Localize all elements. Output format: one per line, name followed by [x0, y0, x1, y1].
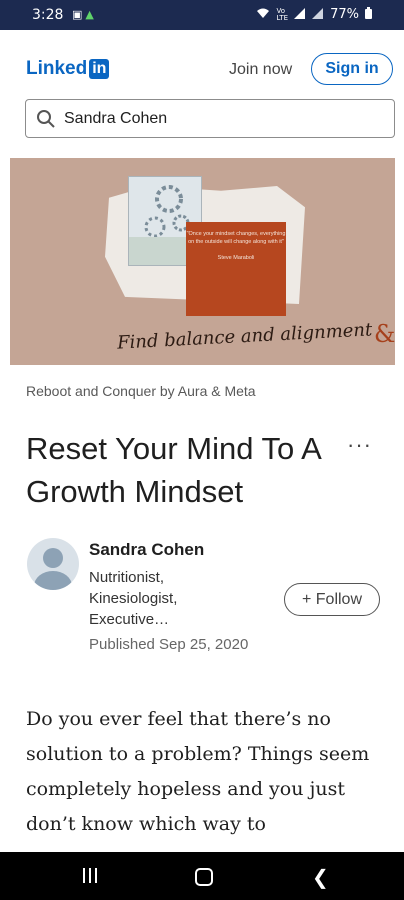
status-time: 3:28 — [32, 7, 64, 23]
series-name[interactable]: Reboot and Conquer by Aura & Meta — [26, 383, 256, 399]
back-icon[interactable]: ❮ — [312, 865, 329, 889]
top-header: Linked in Join now Sign in — [0, 30, 404, 100]
wifi-icon — [256, 7, 270, 22]
search-input[interactable]: Sandra Cohen — [64, 110, 167, 128]
home-icon[interactable] — [195, 868, 213, 886]
cover-script-text: Find balance and alignment — [116, 319, 373, 354]
battery-level: 77% — [330, 7, 359, 22]
article-cover-image: "Once your mindset changes, everything o… — [10, 158, 395, 365]
join-now-link[interactable]: Join now — [229, 61, 292, 79]
linkedin-logo[interactable]: Linked in — [26, 58, 110, 80]
search-icon — [36, 109, 56, 129]
follow-button[interactable]: + Follow — [284, 583, 380, 616]
avatar[interactable] — [27, 538, 79, 590]
signal-icon — [312, 7, 324, 22]
volte-icon: Vo LTE — [276, 6, 289, 22]
recent-apps-icon[interactable] — [83, 868, 97, 883]
article-body: Do you ever feel that there’s no solutio… — [26, 708, 370, 835]
logo-text: Linked — [26, 58, 88, 79]
cover-corner-mark: & — [374, 320, 395, 348]
notification-icons: ▣▲ — [72, 8, 97, 21]
published-date: Published Sep 25, 2020 — [89, 636, 249, 653]
android-nav-bar: ❮ — [0, 852, 404, 900]
alert-icon: ▲ — [85, 8, 97, 21]
avatar-body-shape — [34, 571, 72, 590]
avatar-head-shape — [43, 548, 63, 568]
article-title: Reset Your Mind To A Growth Mindset — [26, 431, 321, 509]
author-name[interactable]: Sandra Cohen — [89, 540, 204, 560]
quote-card: "Once your mindset changes, everything o… — [186, 222, 286, 316]
image-icon: ▣ — [72, 8, 86, 21]
status-bar: 3:28 ▣▲ Vo LTE 77% — [0, 0, 404, 30]
more-options-icon[interactable]: ··· — [347, 432, 372, 458]
system-icons: Vo LTE 77% — [256, 7, 372, 22]
battery-icon — [365, 7, 372, 22]
author-headline: Nutritionist, Kinesiologist, Executive… — [89, 569, 178, 628]
quote-text: "Once your mindset changes, everything o… — [186, 231, 286, 245]
sign-in-button[interactable]: Sign in — [311, 53, 393, 85]
signal-icon — [294, 7, 306, 22]
quote-author: Steve Maraboli — [217, 255, 255, 261]
search-bar[interactable]: Sandra Cohen — [25, 99, 395, 138]
logo-in-box: in — [89, 59, 110, 79]
